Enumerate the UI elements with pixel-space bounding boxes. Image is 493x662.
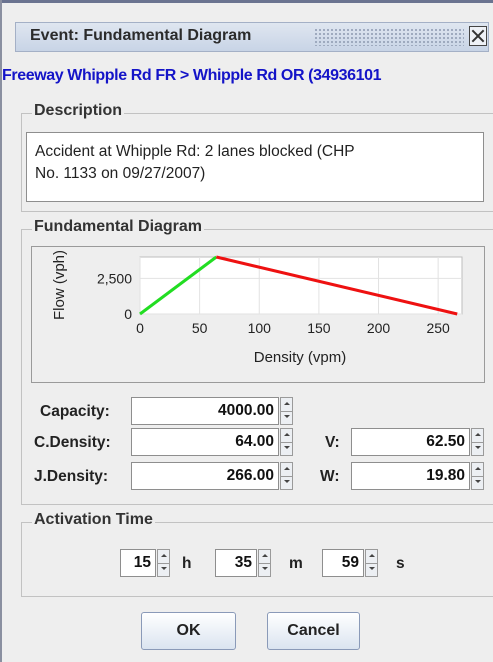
capacity-field[interactable]: 4000.00 [131, 397, 279, 425]
description-line-2: No. 1133 on 09/27/2007) [35, 165, 206, 182]
activation-time-label: Activation Time [32, 511, 155, 529]
title-bar[interactable]: Event: Fundamental Diagram [15, 22, 489, 52]
hours-spinner[interactable] [157, 549, 170, 577]
x-axis-ticks: 0 50 100 150 200 250 [136, 320, 450, 336]
chart-svg: 0 50 100 150 200 250 0 2,500 Density (vpm) Flo… [51, 250, 463, 366]
spin-up-icon[interactable] [366, 550, 377, 564]
window-top-edge [2, 0, 493, 3]
y-axis-ticks: 0 2,500 [97, 270, 132, 322]
seconds-spinner[interactable] [365, 549, 378, 577]
x-tick-label: 100 [248, 320, 272, 336]
activation-time-group [21, 522, 493, 597]
cdensity-label: C.Density: [34, 434, 111, 451]
cdensity-field[interactable]: 64.00 [131, 428, 279, 456]
jdensity-label: J.Density: [34, 468, 109, 485]
description-field[interactable]: Accident at Whipple Rd: 2 lanes blocked … [26, 132, 484, 202]
v-field[interactable]: 62.50 [351, 428, 470, 456]
spin-up-icon[interactable] [472, 429, 483, 443]
x-tick-label: 150 [307, 320, 331, 336]
spin-down-icon[interactable] [472, 442, 483, 455]
window-title: Event: Fundamental Diagram [30, 27, 252, 44]
seconds-unit: s [396, 555, 405, 572]
spin-down-icon[interactable] [259, 563, 270, 576]
description-label: Description [32, 102, 125, 120]
seconds-field[interactable]: 59 [322, 549, 364, 577]
jdensity-spinner[interactable] [280, 462, 293, 490]
w-field[interactable]: 19.80 [351, 462, 470, 490]
dialog-window: Event: Fundamental Diagram Freeway Whipp… [0, 0, 493, 662]
fundamental-diagram-label: Fundamental Diagram [32, 218, 205, 236]
description-line-1: Accident at Whipple Rd: 2 lanes blocked … [35, 143, 355, 160]
x-axis-label: Density (vpm) [254, 349, 347, 366]
plot-area [139, 256, 463, 315]
spin-up-icon[interactable] [472, 463, 483, 477]
spin-down-icon[interactable] [366, 563, 377, 576]
spin-down-icon[interactable] [281, 442, 292, 455]
cancel-button[interactable]: Cancel [267, 612, 360, 650]
v-label: V: [325, 434, 340, 451]
minutes-unit: m [289, 555, 303, 572]
w-spinner[interactable] [471, 462, 484, 490]
jdensity-field[interactable]: 266.00 [131, 462, 279, 490]
spin-up-icon[interactable] [158, 550, 169, 564]
minutes-spinner[interactable] [258, 549, 271, 577]
spin-down-icon[interactable] [281, 476, 292, 489]
spin-up-icon[interactable] [281, 463, 292, 477]
minutes-field[interactable]: 35 [215, 549, 257, 577]
x-tick-label: 250 [426, 320, 450, 336]
spin-down-icon[interactable] [472, 476, 483, 489]
x-tick-label: 0 [136, 320, 144, 336]
close-icon[interactable] [469, 26, 487, 46]
title-grip-pattern [314, 28, 464, 46]
capacity-spinner[interactable] [280, 397, 293, 425]
hours-field[interactable]: 15 [120, 549, 156, 577]
spin-down-icon[interactable] [158, 563, 169, 576]
y-tick-label: 0 [124, 306, 132, 322]
spin-up-icon[interactable] [281, 398, 292, 412]
spin-up-icon[interactable] [259, 550, 270, 564]
ok-button[interactable]: OK [141, 612, 236, 650]
x-tick-label: 200 [367, 320, 391, 336]
x-tick-label: 50 [192, 320, 208, 336]
w-label: W: [320, 468, 340, 485]
y-tick-label: 2,500 [97, 270, 132, 286]
fundamental-diagram-chart: 0 50 100 150 200 250 0 2,500 Density (vpm) Flo… [31, 246, 485, 383]
spin-up-icon[interactable] [281, 429, 292, 443]
capacity-label: Capacity: [40, 403, 110, 420]
hours-unit: h [182, 555, 192, 572]
spin-down-icon[interactable] [281, 411, 292, 424]
v-spinner[interactable] [471, 428, 484, 456]
route-label: Freeway Whipple Rd FR > Whipple Rd OR (3… [2, 67, 382, 84]
cdensity-spinner[interactable] [280, 428, 293, 456]
y-axis-label: Flow (vph) [51, 250, 68, 320]
